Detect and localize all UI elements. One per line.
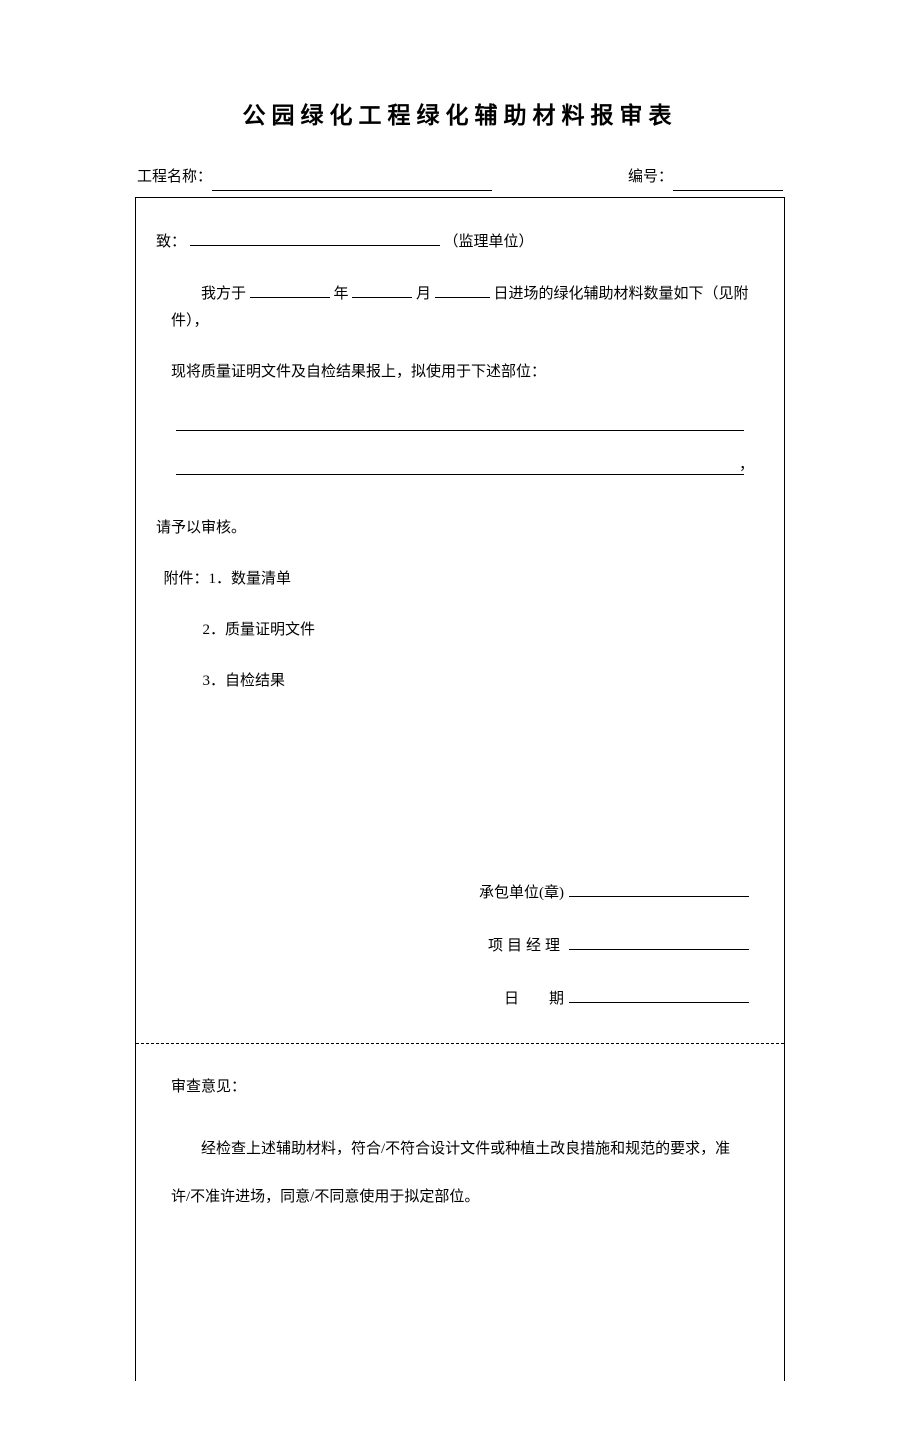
body-prefix: 我方于 (201, 286, 246, 302)
project-manager-label: 项目经理 (488, 933, 564, 960)
year-label: 年 (334, 286, 349, 302)
day-blank[interactable] (435, 280, 490, 298)
review-label: 审查意见： (171, 1074, 749, 1101)
form-number-label: 编号： (628, 164, 673, 191)
date-row: 日 期 (156, 986, 764, 1013)
to-suffix: （监理单位） (444, 234, 534, 250)
to-label: 致： (156, 234, 186, 250)
project-manager-blank[interactable] (569, 933, 749, 950)
project-name-blank[interactable] (212, 173, 492, 191)
attachment-2: 2．质量证明文件 (156, 617, 764, 644)
month-blank[interactable] (352, 280, 412, 298)
date-material-line: 我方于 年 月 日进场的绿化辅助材料数量如下（见附件）， (171, 280, 764, 335)
to-line: 致： （监理单位） (156, 228, 764, 256)
form-box: 致： （监理单位） 我方于 年 月 日进场的绿化辅助材料数量如下（见附件）， 现… (135, 197, 785, 1381)
date-label-2: 期 (549, 986, 564, 1013)
form-number-field[interactable]: 编号： (628, 164, 783, 191)
section-review: 审查意见： 经检查上述辅助材料，符合/不符合设计文件或种植土改良措施和规范的要求… (136, 1044, 784, 1381)
usage-blank-line-2[interactable] (176, 456, 744, 476)
contractor-seal-label: 承包单位(章) (479, 880, 564, 907)
usage-blank-line-1[interactable] (176, 411, 744, 431)
trailing-comma: ， (739, 452, 754, 479)
attachment-3: 3．自检结果 (156, 668, 764, 695)
month-label: 月 (416, 286, 431, 302)
to-blank[interactable] (190, 228, 440, 246)
review-body: 经检查上述辅助材料，符合/不符合设计文件或种植土改良措施和规范的要求，准许/不准… (171, 1125, 749, 1221)
contractor-seal-row: 承包单位(章) (156, 880, 764, 907)
body-line2: 现将质量证明文件及自检结果报上，拟使用于下述部位： (171, 359, 764, 386)
meta-row: 工程名称： 编号： (135, 164, 785, 191)
date-label-1: 日 (504, 986, 519, 1013)
project-name-label: 工程名称： (137, 164, 212, 191)
form-number-blank[interactable] (673, 173, 783, 191)
date-blank[interactable] (569, 986, 749, 1003)
year-blank[interactable] (250, 280, 330, 298)
attachment-1: 附件：1．数量清单 (164, 566, 765, 593)
signature-block: 承包单位(章) 项目经理 日 期 (156, 880, 764, 1013)
request-line: 请予以审核。 (156, 515, 764, 542)
section-applicant: 致： （监理单位） 我方于 年 月 日进场的绿化辅助材料数量如下（见附件）， 现… (136, 198, 784, 1044)
project-manager-row: 项目经理 (156, 933, 764, 960)
contractor-seal-blank[interactable] (569, 880, 749, 897)
project-name-field[interactable]: 工程名称： (137, 164, 492, 191)
form-title: 公园绿化工程绿化辅助材料报审表 (135, 95, 785, 136)
